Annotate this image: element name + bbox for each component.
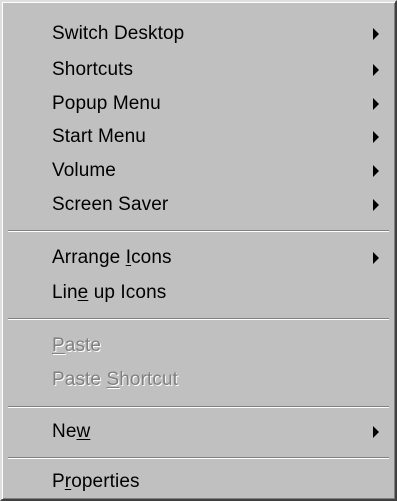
submenu-arrow-icon [373, 252, 379, 264]
menu-item-label: Popup Menu [52, 93, 161, 114]
submenu-arrow-icon [373, 199, 379, 211]
menu-item-label: Paste Shortcut [52, 369, 179, 390]
submenu-arrow-icon [373, 131, 379, 143]
submenu-arrow-icon [373, 64, 379, 76]
menu-item-paste[interactable]: Paste [8, 330, 389, 362]
menu-item-popup-menu[interactable]: Popup Menu [8, 88, 389, 120]
menu-item-volume[interactable]: Volume [8, 155, 389, 187]
accelerator-key: P [52, 335, 65, 356]
menu-item-label: Switch Desktop [52, 23, 185, 44]
menu-separator [8, 230, 389, 232]
submenu-arrow-icon [373, 28, 379, 40]
menu-separator [8, 457, 389, 459]
menu-separator [8, 318, 389, 320]
menu-item-label: New [52, 421, 91, 442]
submenu-arrow-icon [373, 165, 379, 177]
menu-item-arrange-icons[interactable]: Arrange Icons [8, 242, 389, 274]
menu-item-switch-desktop[interactable]: Switch Desktop [8, 18, 389, 50]
menu-item-new[interactable]: New [8, 416, 389, 448]
accelerator-key: w [76, 421, 91, 442]
menu-item-properties[interactable]: Properties [8, 466, 389, 498]
desktop-context-menu: Switch Desktop Shortcuts Popup Menu Star… [0, 0, 397, 501]
menu-separator [8, 406, 389, 408]
menu-item-line-up-icons[interactable]: Line up Icons [8, 277, 389, 309]
menu-item-label: Paste [52, 335, 102, 356]
menu-item-label: Screen Saver [52, 194, 169, 215]
submenu-arrow-icon [373, 426, 379, 438]
menu-item-label: Arrange Icons [52, 247, 172, 268]
menu-item-start-menu[interactable]: Start Menu [8, 121, 389, 153]
menu-item-screen-saver[interactable]: Screen Saver [8, 189, 389, 221]
accelerator-key: S [106, 369, 120, 390]
menu-item-label: Line up Icons [52, 282, 167, 303]
menu-item-label: Shortcuts [52, 59, 134, 80]
menu-item-label: Volume [52, 160, 116, 181]
menu-item-label: Start Menu [52, 126, 146, 147]
menu-item-paste-shortcut[interactable]: Paste Shortcut [8, 364, 389, 396]
menu-item-label: Properties [52, 471, 140, 492]
menu-item-shortcuts[interactable]: Shortcuts [8, 54, 389, 86]
submenu-arrow-icon [373, 98, 379, 110]
accelerator-key: e [77, 282, 89, 303]
